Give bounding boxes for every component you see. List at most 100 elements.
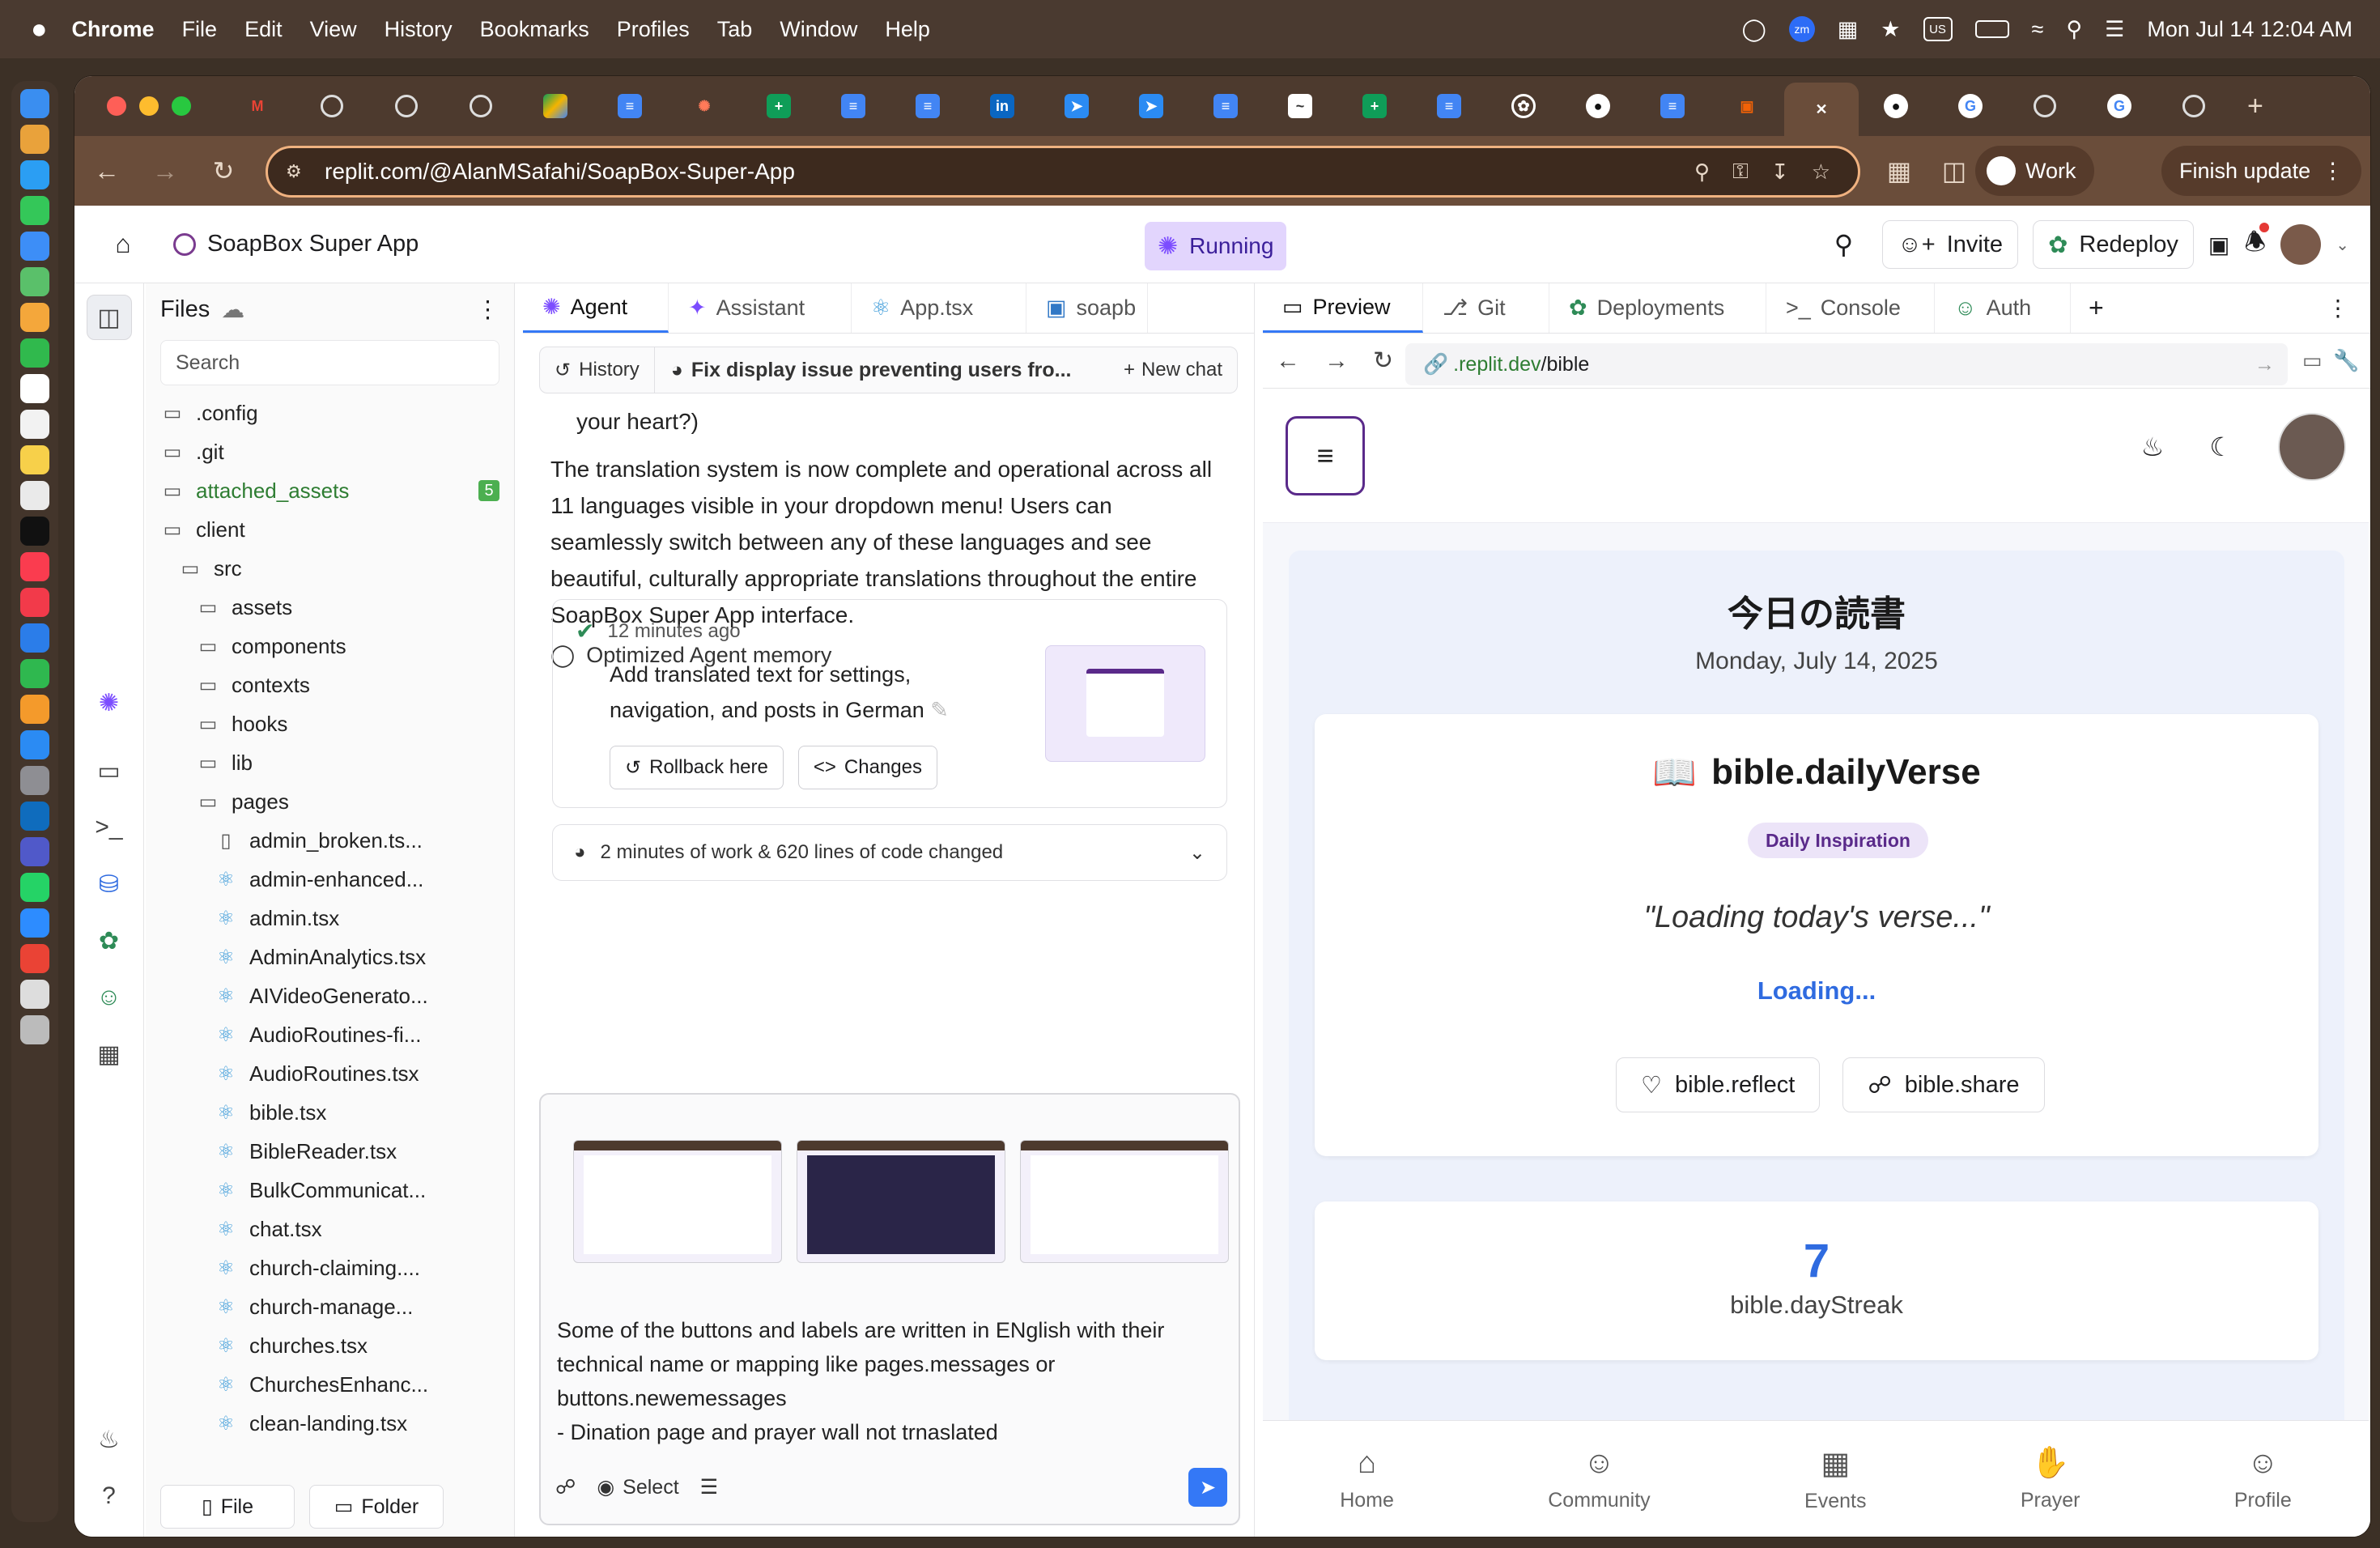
tab-globe[interactable] [369, 76, 444, 136]
changes-button[interactable]: <> Changes [797, 746, 937, 789]
tab-safari[interactable]: ➤ [1114, 76, 1188, 136]
file-item[interactable]: ⚛ clean-landing.tsx [146, 1404, 514, 1443]
files-panel-icon[interactable]: ◫ [86, 295, 132, 340]
folder-item[interactable]: ▭ assets [146, 588, 514, 627]
tab-docs[interactable]: ≡ [1635, 76, 1710, 136]
tab-google[interactable]: G [1933, 76, 2008, 136]
menu-window[interactable]: Window [780, 17, 857, 42]
new-file-button[interactable]: ▯ File [160, 1485, 295, 1529]
chevron-down-icon[interactable]: ⌄ [2335, 235, 2349, 255]
devtools-wrench-icon[interactable]: 🔧 [2333, 348, 2359, 373]
password-key-icon[interactable]: ⚿ [1732, 159, 1749, 185]
tab-link[interactable]: ~ [1263, 76, 1337, 136]
close-tab-icon[interactable]: ✕ [1809, 97, 1834, 121]
home-icon[interactable]: ⌂ [96, 217, 151, 272]
run-status-button[interactable]: ✺ Running [1145, 222, 1287, 270]
menu-tab[interactable]: Tab [717, 17, 753, 42]
menubar-clock[interactable]: Mon Jul 14 12:04 AM [2147, 17, 2352, 42]
location-icon[interactable]: ⚲ [1694, 159, 1710, 185]
menu-view[interactable]: View [310, 17, 357, 42]
reflect-button[interactable]: ♡ bible.reflect [1616, 1057, 1821, 1112]
teams-dock-icon[interactable] [20, 837, 49, 866]
moon-icon[interactable]: ☾ [2209, 432, 2233, 462]
bookmark-star-icon[interactable]: ☆ [1812, 159, 1830, 185]
tab-openai[interactable]: ✿ [1486, 76, 1561, 136]
notifications-bell-icon[interactable]: 🕭 [2244, 222, 2270, 266]
appletv-icon[interactable] [20, 517, 49, 546]
chat-composer[interactable]: Some of the buttons and labels are writt… [539, 1093, 1240, 1525]
file-item[interactable]: ⚛ AdminAnalytics.tsx [146, 938, 514, 976]
nav-prayer[interactable]: ✋ Prayer [2021, 1445, 2080, 1512]
reload-icon[interactable]: ↻ [194, 155, 253, 186]
tab-drive[interactable] [518, 76, 593, 136]
tab-gmail[interactable]: M [220, 76, 295, 136]
settings-sliders-icon[interactable]: ☰ [700, 1475, 718, 1499]
chevron-down-icon[interactable]: ⌄ [1189, 841, 1205, 865]
hamburger-menu-icon[interactable]: ≡ [1286, 416, 1365, 495]
trash-icon[interactable] [20, 1015, 49, 1044]
tab-agent[interactable]: ✺ Agent [523, 283, 669, 333]
tab-google[interactable]: G [2082, 76, 2157, 136]
tab-docs[interactable]: ≡ [816, 76, 890, 136]
folder-item[interactable]: ▭ .git [146, 432, 514, 471]
folder-item[interactable]: ▭ attached_assets 5 [146, 471, 514, 510]
share-button[interactable]: ☍ bible.share [1842, 1057, 2045, 1112]
nav-community[interactable]: ☺ Community [1548, 1446, 1650, 1512]
attachment-thumbnail[interactable] [797, 1140, 1005, 1263]
agent-rail-icon[interactable]: ✺ [87, 680, 132, 725]
outlook-dock-icon[interactable] [20, 802, 49, 831]
nav-profile[interactable]: ☺ Profile [2234, 1446, 2292, 1512]
nav-events[interactable]: ▦ Events [1804, 1445, 1866, 1513]
messages-icon[interactable] [20, 196, 49, 225]
tab-replit[interactable]: ▣ [1710, 76, 1784, 136]
attachment-thumbnail[interactable] [1020, 1140, 1229, 1263]
tab-globe[interactable] [295, 76, 369, 136]
numbers-icon[interactable] [20, 659, 49, 688]
tab-hubspot[interactable]: ✺ [667, 76, 742, 136]
profile-avatar[interactable] [2278, 413, 2346, 481]
zoom-status-icon[interactable]: zm [1788, 16, 1815, 42]
menu-help[interactable]: Help [885, 17, 930, 42]
add-tab-plus-icon[interactable]: + [2071, 283, 2104, 333]
teams-icon[interactable]: ★ [1881, 17, 1900, 42]
folder-item[interactable]: ▭ src [146, 549, 514, 588]
appstore-icon[interactable] [20, 730, 49, 759]
tab-soapbox-file[interactable]: ▣ soapb [1026, 283, 1148, 333]
tab-sheets[interactable]: + [1337, 76, 1412, 136]
tab-globe[interactable] [444, 76, 518, 136]
tab-console[interactable]: >_ Console [1766, 283, 1935, 333]
menu-file[interactable]: File [182, 17, 218, 42]
extensions-icon[interactable]: ▦ [1870, 155, 1928, 186]
install-app-icon[interactable]: ↧ [1771, 159, 1789, 185]
file-item[interactable]: ⚛ AudioRoutines.tsx [146, 1054, 514, 1093]
menu-history[interactable]: History [385, 17, 453, 42]
send-button[interactable]: ➤ [1188, 1468, 1227, 1507]
keynote-icon[interactable] [20, 623, 49, 653]
chat-title[interactable]: ◕ Fix display issue preventing users fro.… [655, 359, 1072, 382]
preview-forward-icon[interactable]: → [1324, 347, 1349, 375]
tab-globe[interactable] [2157, 76, 2231, 136]
address-url[interactable]: replit.com/@AlanMSafahi/SoapBox-Super-Ap… [325, 159, 795, 185]
file-item[interactable]: ▯ admin_broken.ts... [146, 821, 514, 860]
new-folder-button[interactable]: ▭ Folder [309, 1485, 444, 1529]
battery-icon[interactable] [1974, 20, 2009, 38]
apps-grid-icon[interactable]: ▦ [87, 1031, 132, 1077]
maps-icon[interactable] [20, 267, 49, 296]
folder-item[interactable]: ▭ .config [146, 393, 514, 432]
file-item[interactable]: ⚛ AudioRoutines-fi... [146, 1015, 514, 1054]
folder-item[interactable]: ▭ hooks [146, 704, 514, 743]
keyboard-layout-icon[interactable]: US [1923, 17, 1953, 41]
device-preview-icon[interactable]: ▭ [2302, 348, 2323, 373]
paperclip-icon[interactable]: ☍ [555, 1475, 576, 1499]
tab-preview[interactable]: ▭ Preview [1263, 283, 1423, 333]
edit-pencil-icon[interactable]: ✎ [930, 698, 949, 722]
outlook-icon[interactable]: ▦ [1838, 17, 1859, 42]
apple-icon[interactable]: ● [31, 14, 48, 45]
minimize-window-button[interactable] [139, 96, 159, 116]
finder-icon[interactable] [20, 89, 49, 118]
go-arrow-icon[interactable]: → [2255, 353, 2275, 376]
preview-back-icon[interactable]: ← [1276, 347, 1300, 375]
site-settings-icon[interactable]: ⚙ [286, 161, 302, 182]
deploy-rail-icon[interactable]: ✿ [87, 918, 132, 963]
files-more-icon[interactable]: ⋮ [476, 296, 499, 324]
